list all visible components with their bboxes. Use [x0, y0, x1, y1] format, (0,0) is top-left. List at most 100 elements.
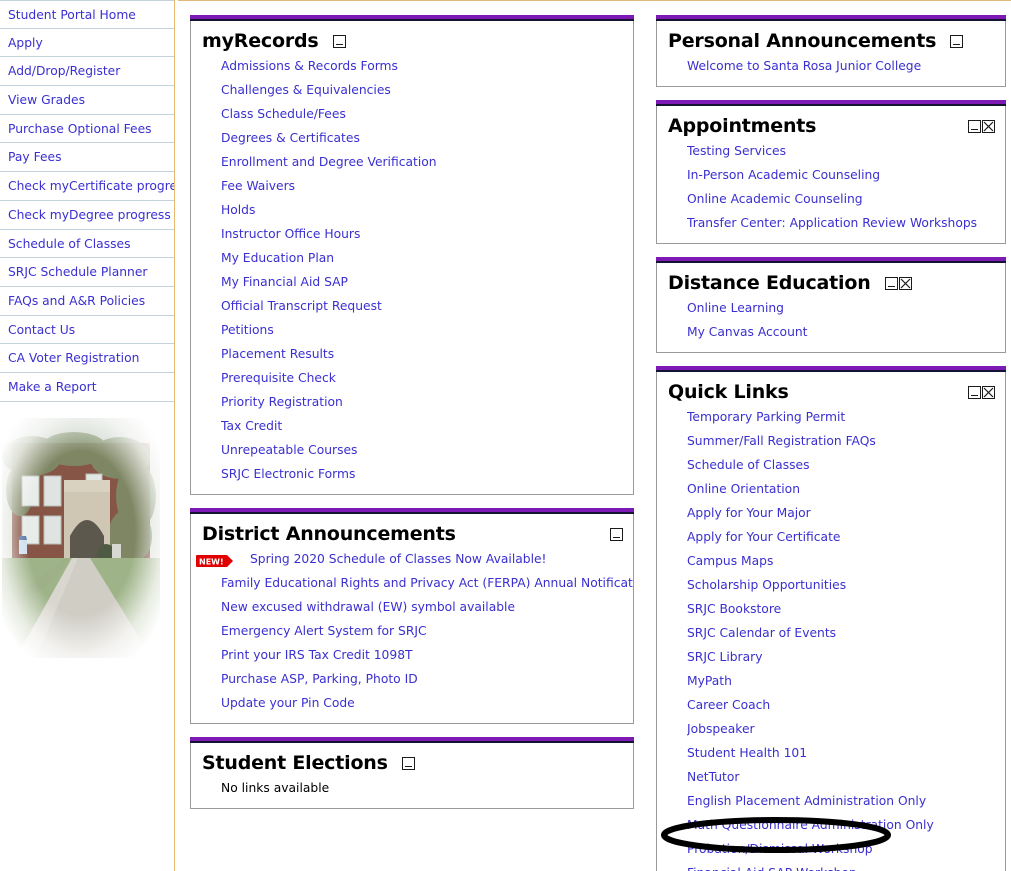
- link-ferpa-annual-notification[interactable]: Family Educational Rights and Privacy Ac…: [221, 576, 633, 590]
- link-official-transcript-request[interactable]: Official Transcript Request: [221, 299, 382, 313]
- list-item[interactable]: Testing Services: [687, 139, 1005, 163]
- list-item[interactable]: Enrollment and Degree Verification: [221, 150, 633, 174]
- list-item[interactable]: Career Coach: [687, 693, 1005, 717]
- sidebar-item-label[interactable]: Schedule of Classes: [8, 237, 131, 251]
- sidebar-item-check-mycertificate-progress[interactable]: Check myCertificate progress: [0, 172, 174, 201]
- link-prerequisite-check[interactable]: Prerequisite Check: [221, 371, 336, 385]
- sidebar-item-make-a-report[interactable]: Make a Report: [0, 373, 174, 402]
- link-online-academic-counseling[interactable]: Online Academic Counseling: [687, 192, 863, 206]
- link-jobspeaker[interactable]: Jobspeaker: [687, 722, 755, 736]
- link-in-person-academic-counseling[interactable]: In-Person Academic Counseling: [687, 168, 880, 182]
- close-icon[interactable]: [982, 386, 995, 399]
- link-campus-maps[interactable]: Campus Maps: [687, 554, 773, 568]
- list-item[interactable]: New excused withdrawal (EW) symbol avail…: [221, 595, 633, 619]
- list-item[interactable]: SRJC Calendar of Events: [687, 621, 1005, 645]
- list-item[interactable]: Priority Registration: [221, 390, 633, 414]
- link-my-canvas-account[interactable]: My Canvas Account: [687, 325, 808, 339]
- link-temporary-parking-permit[interactable]: Temporary Parking Permit: [687, 410, 845, 424]
- link-my-education-plan[interactable]: My Education Plan: [221, 251, 334, 265]
- link-enrollment-degree-verification[interactable]: Enrollment and Degree Verification: [221, 155, 437, 169]
- link-instructor-office-hours[interactable]: Instructor Office Hours: [221, 227, 360, 241]
- sidebar-item-label[interactable]: CA Voter Registration: [8, 351, 139, 365]
- link-srjc-library[interactable]: SRJC Library: [687, 650, 762, 664]
- link-career-coach[interactable]: Career Coach: [687, 698, 770, 712]
- link-admissions-records-forms[interactable]: Admissions & Records Forms: [221, 59, 398, 73]
- list-item[interactable]: Financial Aid SAP Workshop: [687, 861, 1005, 871]
- link-probation-dismissal-workshop[interactable]: Probation/Dismissal Workshop: [687, 842, 873, 856]
- link-priority-registration[interactable]: Priority Registration: [221, 395, 343, 409]
- minimize-icon[interactable]: [968, 120, 981, 133]
- sidebar-item-add-drop-register[interactable]: Add/Drop/Register: [0, 57, 174, 87]
- list-item[interactable]: Apply for Your Certificate: [687, 525, 1005, 549]
- minimize-icon[interactable]: [610, 528, 623, 541]
- list-item[interactable]: Placement Results: [221, 342, 633, 366]
- list-item[interactable]: Print your IRS Tax Credit 1098T: [221, 643, 633, 667]
- list-item[interactable]: Prerequisite Check: [221, 366, 633, 390]
- link-fee-waivers[interactable]: Fee Waivers: [221, 179, 295, 193]
- list-item[interactable]: Apply for Your Major: [687, 501, 1005, 525]
- sidebar-item-label[interactable]: Apply: [8, 36, 43, 50]
- link-apply-for-your-major[interactable]: Apply for Your Major: [687, 506, 811, 520]
- link-english-placement-administration-only[interactable]: English Placement Administration Only: [687, 794, 926, 808]
- list-item[interactable]: MyPath: [687, 669, 1005, 693]
- list-item[interactable]: Welcome to Santa Rosa Junior College: [687, 54, 1005, 78]
- link-welcome-to-santa-rosa-junior-college[interactable]: Welcome to Santa Rosa Junior College: [687, 59, 921, 73]
- list-item[interactable]: NetTutor: [687, 765, 1005, 789]
- sidebar-item-label[interactable]: Check myDegree progress: [8, 208, 171, 222]
- list-item[interactable]: SRJC Bookstore: [687, 597, 1005, 621]
- link-tax-credit[interactable]: Tax Credit: [221, 419, 282, 433]
- minimize-icon[interactable]: [968, 386, 981, 399]
- list-item[interactable]: Fee Waivers: [221, 174, 633, 198]
- link-purchase-asp-parking-photo-id[interactable]: Purchase ASP, Parking, Photo ID: [221, 672, 418, 686]
- list-item[interactable]: Emergency Alert System for SRJC: [221, 619, 633, 643]
- link-scholarship-opportunities[interactable]: Scholarship Opportunities: [687, 578, 846, 592]
- list-item[interactable]: Jobspeaker: [687, 717, 1005, 741]
- link-transfer-center-application-review-workshops[interactable]: Transfer Center: Application Review Work…: [687, 216, 977, 230]
- sidebar-item-schedule-of-classes[interactable]: Schedule of Classes: [0, 230, 174, 259]
- link-mypath[interactable]: MyPath: [687, 674, 732, 688]
- list-item[interactable]: Unrepeatable Courses: [221, 438, 633, 462]
- list-item[interactable]: Update your Pin Code: [221, 691, 633, 715]
- sidebar-item-label[interactable]: SRJC Schedule Planner: [8, 265, 147, 279]
- link-challenges-equivalencies[interactable]: Challenges & Equivalencies: [221, 83, 391, 97]
- list-item[interactable]: SRJC Electronic Forms: [221, 462, 633, 486]
- list-item[interactable]: My Education Plan: [221, 246, 633, 270]
- link-online-learning[interactable]: Online Learning: [687, 301, 784, 315]
- list-item[interactable]: English Placement Administration Only: [687, 789, 1005, 813]
- minimize-icon[interactable]: [884, 277, 898, 290]
- sidebar-item-faqs-and-ar-policies[interactable]: FAQs and A&R Policies: [0, 287, 174, 316]
- close-icon[interactable]: [982, 120, 995, 133]
- link-testing-services[interactable]: Testing Services: [687, 144, 786, 158]
- link-financial-aid-sap-workshop[interactable]: Financial Aid SAP Workshop: [687, 866, 857, 871]
- list-item[interactable]: Degrees & Certificates: [221, 126, 633, 150]
- list-item[interactable]: Petitions: [221, 318, 633, 342]
- link-nettutor[interactable]: NetTutor: [687, 770, 739, 784]
- link-class-schedule-fees[interactable]: Class Schedule/Fees: [221, 107, 346, 121]
- list-item[interactable]: Summer/Fall Registration FAQs: [687, 429, 1005, 453]
- link-placement-results[interactable]: Placement Results: [221, 347, 334, 361]
- link-holds[interactable]: Holds: [221, 203, 255, 217]
- sidebar-item-check-mydegree-progress[interactable]: Check myDegree progress: [0, 201, 174, 230]
- sidebar-item-purchase-optional-fees[interactable]: Purchase Optional Fees: [0, 115, 174, 144]
- list-item[interactable]: My Canvas Account: [687, 320, 1005, 344]
- list-item[interactable]: Admissions & Records Forms: [221, 54, 633, 78]
- sidebar-item-label[interactable]: Pay Fees: [8, 150, 62, 164]
- minimize-icon[interactable]: [401, 757, 415, 770]
- sidebar-item-student-portal-home[interactable]: Student Portal Home: [0, 0, 174, 29]
- link-summer-fall-registration-faqs[interactable]: Summer/Fall Registration FAQs: [687, 434, 876, 448]
- sidebar-item-label[interactable]: Purchase Optional Fees: [8, 122, 152, 136]
- sidebar-item-pay-fees[interactable]: Pay Fees: [0, 143, 174, 173]
- list-item[interactable]: Instructor Office Hours: [221, 222, 633, 246]
- list-item[interactable]: Math Questionnaire Administration Only: [687, 813, 1005, 837]
- list-item[interactable]: Scholarship Opportunities: [687, 573, 1005, 597]
- sidebar-item-label[interactable]: Contact Us: [8, 323, 75, 337]
- minimize-icon[interactable]: [332, 35, 346, 48]
- sidebar-item-contact-us[interactable]: Contact Us: [0, 316, 174, 345]
- list-item[interactable]: Student Health 101: [687, 741, 1005, 765]
- sidebar-item-label[interactable]: Make a Report: [8, 380, 97, 394]
- list-item[interactable]: Official Transcript Request: [221, 294, 633, 318]
- link-math-questionnaire-administration-only[interactable]: Math Questionnaire Administration Only: [687, 818, 934, 832]
- list-item[interactable]: SRJC Library: [687, 645, 1005, 669]
- announcement-featured-row[interactable]: NEW! Spring 2020 Schedule of Classes Now…: [191, 547, 633, 571]
- sidebar-item-label[interactable]: View Grades: [8, 93, 85, 107]
